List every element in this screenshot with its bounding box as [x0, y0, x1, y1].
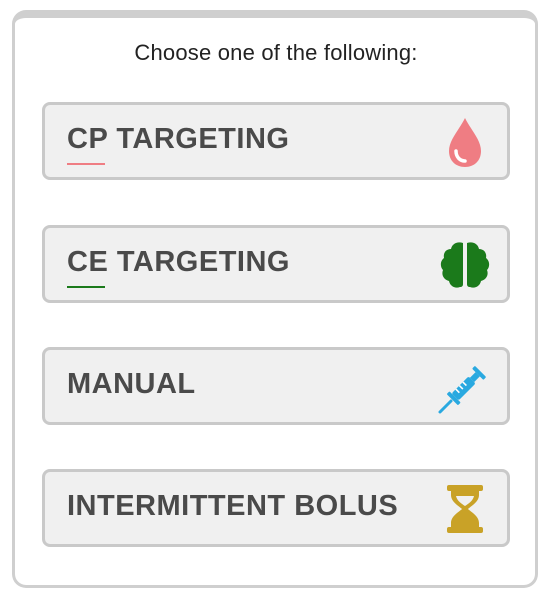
manual-button[interactable]: MANUAL	[42, 347, 510, 425]
manual-label: MANUAL	[67, 368, 196, 400]
syringe-icon	[437, 359, 493, 415]
cp-targeting-underline	[67, 163, 105, 165]
prompt-text: Choose one of the following:	[134, 40, 418, 65]
cp-targeting-label: CP TARGETING	[67, 123, 290, 155]
brain-icon	[437, 237, 493, 293]
ce-targeting-button[interactable]: CE TARGETING	[42, 225, 510, 303]
intermittent-bolus-label: INTERMITTENT BOLUS	[67, 490, 399, 522]
ce-targeting-underline	[67, 286, 105, 288]
blood-drop-icon	[437, 114, 493, 170]
intermittent-bolus-button[interactable]: INTERMITTENT BOLUS	[42, 469, 510, 547]
ce-targeting-label: CE TARGETING	[67, 246, 290, 278]
hourglass-icon	[437, 481, 493, 537]
cp-targeting-button[interactable]: CP TARGETING	[42, 102, 510, 180]
